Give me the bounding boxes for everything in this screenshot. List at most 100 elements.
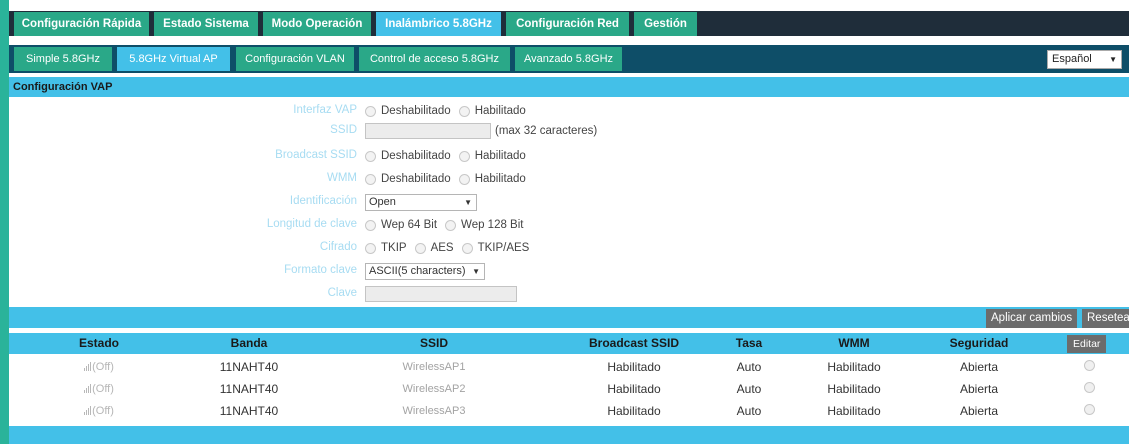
signal-icon	[84, 382, 92, 398]
option-label: TKIP/AES	[477, 242, 530, 254]
ssid-hint: (max 32 caracteres)	[495, 125, 598, 137]
bottom-bar	[9, 426, 1129, 444]
tasa-cell: Auto	[736, 382, 762, 396]
subtab-configuracion-vlan[interactable]: Configuración VLAN	[236, 47, 354, 71]
label-ssid: SSID	[330, 124, 357, 136]
tab-gestion[interactable]: Gestión	[634, 12, 697, 36]
radio-interfaz-deshabilitado[interactable]	[365, 105, 376, 117]
option-label: Deshabilitado	[381, 173, 451, 185]
tab-estado-sistema[interactable]: Estado Sistema	[154, 12, 258, 36]
option-label: Habilitado	[474, 105, 526, 117]
wmm-cell: Habilitado	[827, 382, 881, 396]
language-select[interactable]: Español ▼	[1047, 50, 1122, 69]
seguridad-cell: Abierta	[959, 404, 999, 418]
left-accent-strip	[0, 0, 9, 444]
radio-broadcast-habilitado[interactable]	[458, 150, 470, 162]
reset-button[interactable]: Resetear	[1082, 309, 1129, 328]
wmm-cell: Habilitado	[827, 360, 881, 374]
clave-input[interactable]	[365, 286, 517, 302]
tab-configuracion-red[interactable]: Configuración Red	[506, 12, 629, 36]
signal-icon	[84, 360, 92, 376]
tab-modo-operacion[interactable]: Modo Operación	[263, 12, 371, 36]
apply-changes-button[interactable]: Aplicar cambios	[986, 309, 1078, 328]
formato-clave-select[interactable]: ASCII(5 characters) ▼	[365, 262, 485, 280]
banda-cell: 11NAHT40	[219, 404, 279, 418]
status-text: (Off)	[92, 383, 114, 395]
banda-cell: 11NAHT40	[219, 360, 279, 374]
tab-configuracion-rapida[interactable]: Configuración Rápida	[14, 12, 149, 36]
ssid-cell: WirelessAP2	[402, 383, 466, 395]
banda-cell: 11NAHT40	[219, 382, 279, 396]
subtab-simple-58ghz[interactable]: Simple 5.8GHz	[14, 47, 112, 71]
col-ssid: SSID	[419, 336, 448, 350]
identificacion-select[interactable]: Open ▼	[365, 193, 477, 211]
ssid-cell: WirelessAP3	[402, 405, 466, 417]
label-cifrado: Cifrado	[319, 241, 357, 253]
label-formato-clave: Formato clave	[284, 264, 357, 276]
tab-inalambrico-58ghz[interactable]: Inalámbrico 5.8GHz	[376, 12, 501, 36]
row-clave: Clave	[9, 285, 1129, 303]
edit-button[interactable]: Editar	[1067, 335, 1107, 353]
radio-wep-128[interactable]	[445, 219, 457, 231]
row-ssid: SSID (max 32 caracteres)	[9, 122, 1129, 140]
option-label: Habilitado	[474, 173, 526, 185]
broadcast-cell: Habilitado	[607, 360, 661, 374]
option-label: AES	[430, 242, 454, 254]
label-interfaz-vap: Interfaz VAP	[293, 104, 357, 116]
subtab-virtual-ap[interactable]: 5.8GHz Virtual AP	[117, 47, 230, 71]
option-label: Deshabilitado	[381, 105, 451, 117]
radio-wep-64[interactable]	[365, 219, 376, 231]
row-select	[1081, 359, 1097, 375]
seguridad-cell: Abierta	[959, 382, 999, 396]
tasa-cell: Auto	[736, 360, 762, 374]
radio-wmm-habilitado[interactable]	[458, 173, 470, 185]
ssid-cell: WirelessAP1	[402, 361, 466, 373]
section-title: Configuración VAP	[9, 77, 1129, 97]
row-cifrado: Cifrado TKIP AES TKIP/AES	[9, 239, 1129, 257]
option-label: TKIP	[381, 242, 407, 254]
subtab-control-acceso[interactable]: Control de acceso 5.8GHz	[359, 47, 510, 71]
label-wmm: WMM	[326, 172, 357, 184]
identificacion-selected: Open	[369, 195, 396, 208]
table-row: (Off) 11NAHT40 WirelessAP2 Habilitado Au…	[9, 379, 1129, 399]
chevron-down-icon: ▼	[472, 266, 480, 276]
radio-interfaz-habilitado[interactable]	[458, 105, 470, 117]
row-longitud-clave: Longitud de clave Wep 64 Bit Wep 128 Bit	[9, 216, 1129, 234]
formato-clave-selected: ASCII(5 characters)	[369, 264, 466, 277]
row-radio[interactable]	[1083, 404, 1095, 415]
ssid-input[interactable]	[365, 123, 491, 139]
chevron-down-icon: ▼	[1109, 55, 1117, 64]
chevron-down-icon: ▼	[464, 197, 472, 207]
radio-tkip[interactable]	[365, 242, 376, 254]
option-label: Deshabilitado	[381, 150, 451, 162]
row-wmm: WMM Deshabilitado Habilitado	[9, 170, 1129, 188]
wmm-cell: Habilitado	[827, 404, 881, 418]
row-broadcast-ssid: Broadcast SSID Deshabilitado Habilitado	[9, 147, 1129, 165]
option-label: Wep 64 Bit	[381, 219, 438, 231]
action-bar: Aplicar cambios Resetear	[9, 307, 1129, 328]
radio-wmm-deshabilitado[interactable]	[365, 173, 376, 185]
row-radio[interactable]	[1083, 382, 1095, 393]
signal-icon	[84, 404, 92, 420]
row-radio[interactable]	[1083, 360, 1095, 371]
subtab-avanzado-58ghz[interactable]: Avanzado 5.8GHz	[515, 47, 622, 71]
broadcast-cell: Habilitado	[607, 382, 661, 396]
option-label: Habilitado	[474, 150, 526, 162]
top-navigation: Configuración Rápida Estado Sistema Modo…	[9, 11, 1129, 36]
status-cell: (Off)	[64, 381, 134, 397]
radio-tkip-aes[interactable]	[461, 242, 473, 254]
radio-aes[interactable]	[414, 242, 426, 254]
table-row: (Off) 11NAHT40 WirelessAP3 Habilitado Au…	[9, 401, 1129, 421]
option-label: Wep 128 Bit	[461, 219, 524, 231]
col-banda: Banda	[230, 336, 268, 350]
col-tasa: Tasa	[735, 336, 763, 350]
col-broadcast-ssid: Broadcast SSID	[588, 336, 680, 350]
label-clave: Clave	[327, 287, 357, 299]
tasa-cell: Auto	[736, 404, 762, 418]
status-text: (Off)	[92, 405, 114, 417]
label-broadcast-ssid: Broadcast SSID	[275, 149, 357, 161]
col-wmm: WMM	[838, 336, 870, 350]
page: Configuración Rápida Estado Sistema Modo…	[9, 0, 1129, 444]
radio-broadcast-deshabilitado[interactable]	[365, 150, 376, 162]
col-estado: Estado	[78, 336, 119, 350]
